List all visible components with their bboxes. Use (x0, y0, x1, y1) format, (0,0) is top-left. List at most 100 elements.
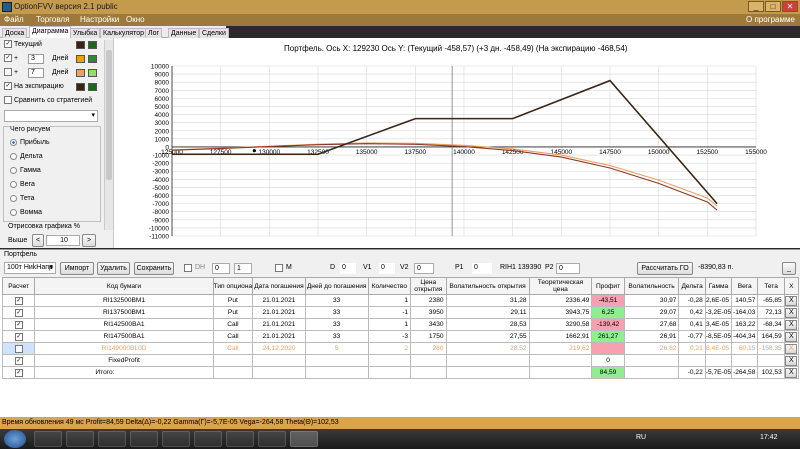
table-cell[interactable]: 0,42 (678, 306, 706, 319)
table-cell[interactable] (445, 354, 530, 367)
radio-delta[interactable] (10, 152, 17, 160)
calc-cell[interactable] (1, 342, 36, 355)
table-cell[interactable]: 24.12.2020 (252, 342, 306, 355)
table-row[interactable]: ✓ Итого: 84,59 -0,22 -5,7E-05 -264,58 102,53 X (1, 366, 800, 379)
table-row[interactable]: RI149000BL0D Call 24.12.2020 5 2 280 28,52 219,… (1, 342, 800, 355)
table-cell[interactable] (410, 366, 447, 379)
tab-log[interactable]: Лог (145, 28, 163, 38)
delete-row-button[interactable]: X (785, 367, 798, 378)
table-cell[interactable] (445, 366, 530, 379)
settings-scrollbar[interactable] (104, 40, 113, 230)
delete-row-button[interactable]: X (785, 355, 798, 366)
app-icon-taskbar[interactable] (98, 431, 126, 447)
row-checkbox[interactable] (14, 344, 23, 353)
m-checkbox[interactable] (275, 264, 283, 272)
table-cell[interactable]: 60,15 (731, 342, 759, 355)
table-cell[interactable]: 164,59 (757, 330, 785, 343)
table-cell[interactable]: 2380 (410, 294, 447, 307)
column-header[interactable]: Гамма (704, 277, 733, 295)
table-cell[interactable]: 84,59 (591, 366, 625, 379)
table-cell[interactable]: RI137500BM1 (34, 306, 214, 319)
plus3-color-swatch[interactable] (76, 55, 85, 63)
calc-go-button[interactable]: Рассчитать ГО (637, 262, 693, 275)
table-cell[interactable]: 30,97 (623, 294, 680, 307)
table-cell[interactable]: -0,77 (678, 330, 706, 343)
table-cell[interactable]: -5,7E-05 (704, 366, 733, 379)
minimize-portfolio-button[interactable]: _ (782, 262, 796, 275)
table-cell[interactable]: 1750 (410, 330, 447, 343)
column-header[interactable]: Волатильность открытия (445, 277, 530, 295)
tab-data[interactable]: Данные (168, 28, 200, 38)
delete-row-button[interactable]: X (785, 295, 798, 306)
column-header[interactable]: Расчет (1, 277, 36, 295)
maximize-window-button[interactable]: □ (765, 1, 781, 12)
expiry-color-swatch[interactable] (76, 83, 85, 91)
table-cell[interactable]: 33 (304, 294, 369, 307)
table-cell[interactable]: Put (212, 306, 254, 319)
v2-input[interactable]: 0 (414, 263, 434, 274)
clock[interactable]: 17:42 (760, 434, 778, 441)
portfolio-select[interactable]: 100т НиkНапр ▾ (4, 262, 56, 274)
column-header[interactable]: Тета (757, 277, 785, 295)
table-cell[interactable] (678, 354, 706, 367)
row-checkbox[interactable]: ✓ (14, 368, 23, 377)
plus7-color-swatch[interactable] (76, 69, 85, 77)
table-cell[interactable]: 21.01.2021 (252, 318, 306, 331)
table-cell[interactable]: 261,27 (591, 330, 625, 343)
start-button[interactable] (4, 430, 26, 448)
table-cell[interactable]: 102,53 (757, 366, 785, 379)
scroll-thumb[interactable] (106, 50, 112, 180)
table-cell[interactable]: 0,41 (678, 318, 706, 331)
table-cell[interactable]: 26,91 (623, 330, 680, 343)
radio-vega[interactable] (10, 180, 17, 188)
table-cell[interactable]: 21.01.2021 (252, 330, 306, 343)
current-checkbox[interactable]: ✓ (4, 40, 12, 49)
table-cell[interactable]: 21.01.2021 (252, 306, 306, 319)
table-cell[interactable]: 8,4E-05 (704, 342, 733, 355)
table-cell[interactable]: RI142500BA1 (34, 318, 214, 331)
table-cell[interactable]: -1 (367, 306, 412, 319)
table-cell[interactable]: 3943,75 (528, 306, 593, 319)
table-cell[interactable]: Put (212, 294, 254, 307)
row-checkbox[interactable]: ✓ (14, 296, 23, 305)
table-cell[interactable]: 6,25 (591, 306, 625, 319)
table-cell[interactable]: 29,11 (445, 306, 530, 319)
table-cell[interactable]: -3 (367, 330, 412, 343)
table-cell[interactable] (704, 354, 733, 367)
current-color-swatch[interactable] (76, 41, 85, 49)
expiry-checkbox[interactable]: ✓ (4, 82, 12, 91)
table-cell[interactable] (304, 366, 369, 379)
table-cell[interactable] (367, 354, 412, 367)
table-cell[interactable]: 3290,58 (528, 318, 593, 331)
table-cell[interactable] (528, 354, 593, 367)
language-indicator[interactable]: RU (636, 434, 646, 441)
payoff-chart[interactable]: Портфель. Ось X: 129230 Ось Y: (Текущий … (114, 38, 800, 248)
radio-vomma[interactable] (10, 208, 17, 216)
table-cell[interactable] (304, 354, 369, 367)
table-cell[interactable]: 1 (367, 318, 412, 331)
firefox-icon[interactable] (130, 431, 158, 447)
table-cell[interactable] (252, 366, 306, 379)
calc-cell[interactable]: ✓ (1, 306, 36, 319)
menu-about[interactable]: О программе (746, 15, 795, 24)
table-cell[interactable]: Call (212, 330, 254, 343)
plus7-checkbox[interactable] (4, 68, 12, 77)
table-cell[interactable]: 21.01.2021 (252, 294, 306, 307)
table-cell[interactable]: 2,6E-05 (704, 294, 733, 307)
tab-trades[interactable]: Сделки (199, 28, 229, 38)
table-cell[interactable] (528, 366, 593, 379)
table-cell[interactable]: 0 (591, 354, 625, 367)
delete-row-button[interactable]: X (785, 331, 798, 342)
menu-settings[interactable]: Настройки (80, 15, 119, 24)
table-row[interactable]: ✓ RI142500BA1 Call 21.01.2021 33 1 3430 28,53 32… (1, 318, 800, 331)
import-button[interactable]: Импорт (60, 262, 94, 275)
column-header[interactable]: Тип опциона (212, 277, 254, 295)
tab-calculator[interactable]: Калькулятор (100, 28, 147, 38)
radio-gamma[interactable] (10, 166, 17, 174)
table-cell[interactable]: 29,07 (623, 306, 680, 319)
increase-button[interactable]: > (82, 234, 96, 247)
table-cell[interactable]: Итого: (34, 366, 214, 379)
column-header[interactable]: X (783, 277, 800, 295)
plus3-days-input[interactable]: 3 (28, 54, 44, 64)
tab-board[interactable]: Доска (2, 28, 28, 38)
